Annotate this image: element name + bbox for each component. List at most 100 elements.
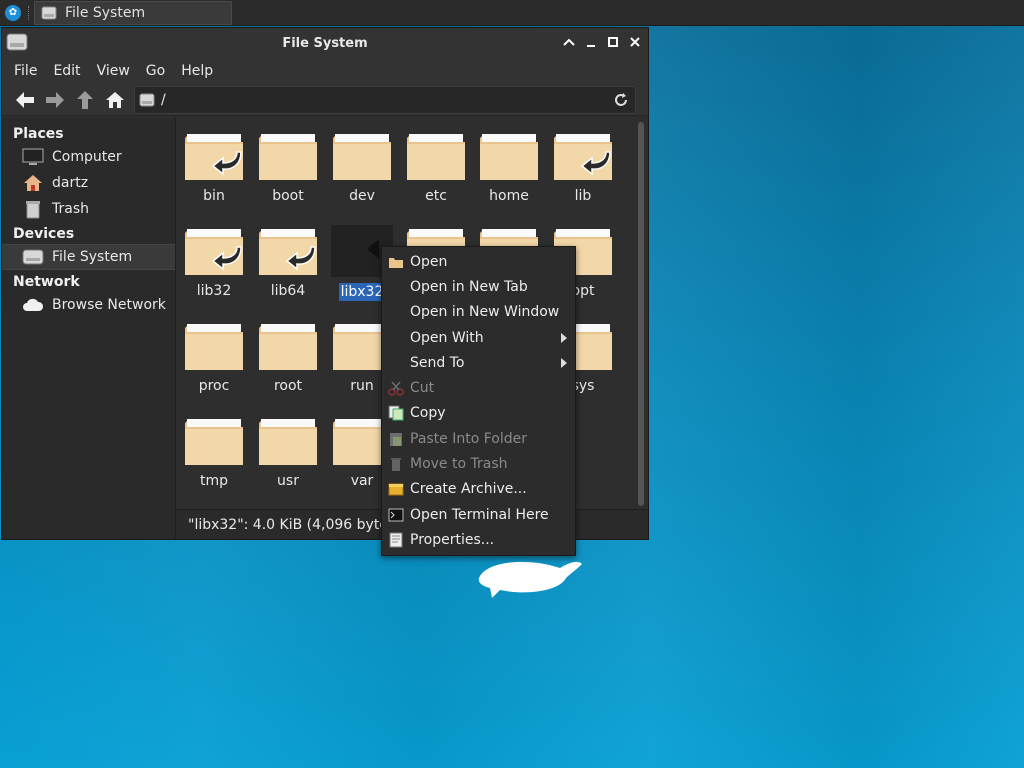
folder-label: dev xyxy=(349,188,375,204)
folder-label: boot xyxy=(272,188,304,204)
whisker-menu-button[interactable]: ✿ xyxy=(0,0,26,26)
properties-icon xyxy=(388,532,404,548)
folder-item[interactable]: lib64 xyxy=(253,225,323,299)
close-icon xyxy=(630,37,640,47)
home-icon xyxy=(24,175,42,191)
context-menu-item-open-with[interactable]: Open With xyxy=(382,325,575,350)
drive-icon xyxy=(139,93,155,106)
context-menu-item-open-terminal-here[interactable]: Open Terminal Here xyxy=(382,502,575,527)
context-menu-label: Paste Into Folder xyxy=(410,430,528,447)
context-menu-item-open[interactable]: Open xyxy=(382,249,575,274)
context-menu-item-open-in-new-window[interactable]: Open in New Window xyxy=(382,300,575,325)
folder-label: lib xyxy=(574,188,592,204)
panel-separator xyxy=(28,5,32,20)
context-menu: Open Open in New Tab Open in New Window Ope… xyxy=(381,246,576,556)
folder-item[interactable]: usr xyxy=(253,415,323,489)
menu-edit[interactable]: Edit xyxy=(45,63,88,79)
window-title: File System xyxy=(282,35,368,51)
toolbar: / xyxy=(2,84,648,116)
scissors-icon xyxy=(388,380,404,396)
sidebar-item-label: Browse Network xyxy=(52,297,166,313)
context-menu-label: Open in New Window xyxy=(410,304,560,321)
folder-label: run xyxy=(350,378,374,394)
trash-icon xyxy=(26,201,40,219)
folder-label: var xyxy=(350,473,374,489)
context-menu-item-properties[interactable]: Properties... xyxy=(382,527,575,552)
sidebar-item-label: Computer xyxy=(52,149,122,165)
menu-bar: File Edit View Go Help xyxy=(2,58,648,84)
folder-icon xyxy=(259,324,317,370)
context-menu-label: Copy xyxy=(410,405,446,422)
taskbar-window-title: File System xyxy=(65,4,146,21)
context-menu-item-copy[interactable]: Copy xyxy=(382,401,575,426)
archive-icon xyxy=(388,481,404,497)
window-titlebar[interactable]: File System xyxy=(2,28,648,58)
folder-item[interactable]: tmp xyxy=(179,415,249,489)
forward-button[interactable] xyxy=(40,86,70,114)
devices-heading: Devices xyxy=(13,226,75,242)
folder-label: tmp xyxy=(199,473,228,489)
shade-button[interactable] xyxy=(562,35,576,49)
sidebar-item-browse-network[interactable]: Browse Network xyxy=(2,292,175,318)
folder-item[interactable]: etc xyxy=(401,130,471,204)
context-menu-item-cut: Cut xyxy=(382,375,575,400)
folder-icon xyxy=(259,229,317,275)
side-pane: Places Computer dartz Trash Devices File… xyxy=(2,118,176,539)
sidebar-item-dartz[interactable]: dartz xyxy=(2,170,175,196)
folder-item[interactable]: proc xyxy=(179,320,249,394)
folder-icon xyxy=(185,229,243,275)
folder-item[interactable]: dev xyxy=(327,130,397,204)
menu-view[interactable]: View xyxy=(89,63,138,79)
copy-icon xyxy=(388,405,404,421)
sidebar-item-label: Trash xyxy=(52,201,89,217)
sidebar-item-trash[interactable]: Trash xyxy=(2,196,175,222)
location-bar[interactable]: / xyxy=(134,85,636,114)
submenu-arrow-icon xyxy=(561,358,567,369)
menu-file[interactable]: File xyxy=(6,63,45,79)
reload-icon[interactable] xyxy=(613,92,629,108)
home-button[interactable] xyxy=(100,86,130,114)
drive-icon xyxy=(22,249,44,265)
xfce-logo-icon: ✿ xyxy=(5,4,21,21)
folder-label: etc xyxy=(425,188,447,204)
folder-item[interactable]: bin xyxy=(179,130,249,204)
vertical-scrollbar[interactable] xyxy=(638,122,644,506)
sidebar-item-label: File System xyxy=(52,249,133,265)
folder-icon xyxy=(554,134,612,180)
taskbar-window-button[interactable]: File System xyxy=(34,0,232,25)
minimize-button[interactable] xyxy=(584,35,598,49)
context-menu-label: Open Terminal Here xyxy=(410,506,549,523)
folder-label: lib64 xyxy=(270,283,306,299)
context-menu-label: Open With xyxy=(410,329,484,346)
context-menu-item-open-in-new-tab[interactable]: Open in New Tab xyxy=(382,274,575,299)
folder-item[interactable]: boot xyxy=(253,130,323,204)
sidebar-item-computer[interactable]: Computer xyxy=(2,144,175,170)
location-path[interactable]: / xyxy=(161,92,607,108)
drive-icon xyxy=(41,6,57,19)
context-menu-label: Send To xyxy=(410,354,465,371)
folder-label: root xyxy=(273,378,303,394)
context-menu-item-create-archive[interactable]: Create Archive... xyxy=(382,477,575,502)
close-button[interactable] xyxy=(628,35,642,49)
arrow-up-icon xyxy=(77,90,93,109)
menu-go[interactable]: Go xyxy=(138,63,173,79)
places-heading: Places xyxy=(13,126,64,142)
folder-item[interactable]: lib32 xyxy=(179,225,249,299)
folder-icon xyxy=(259,419,317,465)
arrow-left-icon xyxy=(16,91,34,108)
folder-item[interactable]: lib xyxy=(548,130,618,204)
back-button[interactable] xyxy=(10,86,40,114)
menu-help[interactable]: Help xyxy=(173,63,221,79)
minimize-icon xyxy=(587,45,595,47)
network-heading: Network xyxy=(13,274,80,290)
sidebar-item-file-system[interactable]: File System xyxy=(2,244,175,270)
parent-folder-button[interactable] xyxy=(70,86,100,114)
folder-item[interactable]: root xyxy=(253,320,323,394)
folder-label: libx32 xyxy=(338,283,386,301)
folder-icon xyxy=(480,134,538,180)
folder-label: usr xyxy=(277,473,299,489)
folder-item[interactable]: home xyxy=(474,130,544,204)
cloud-icon xyxy=(23,298,44,311)
maximize-button[interactable] xyxy=(606,35,620,49)
context-menu-item-send-to[interactable]: Send To xyxy=(382,350,575,375)
